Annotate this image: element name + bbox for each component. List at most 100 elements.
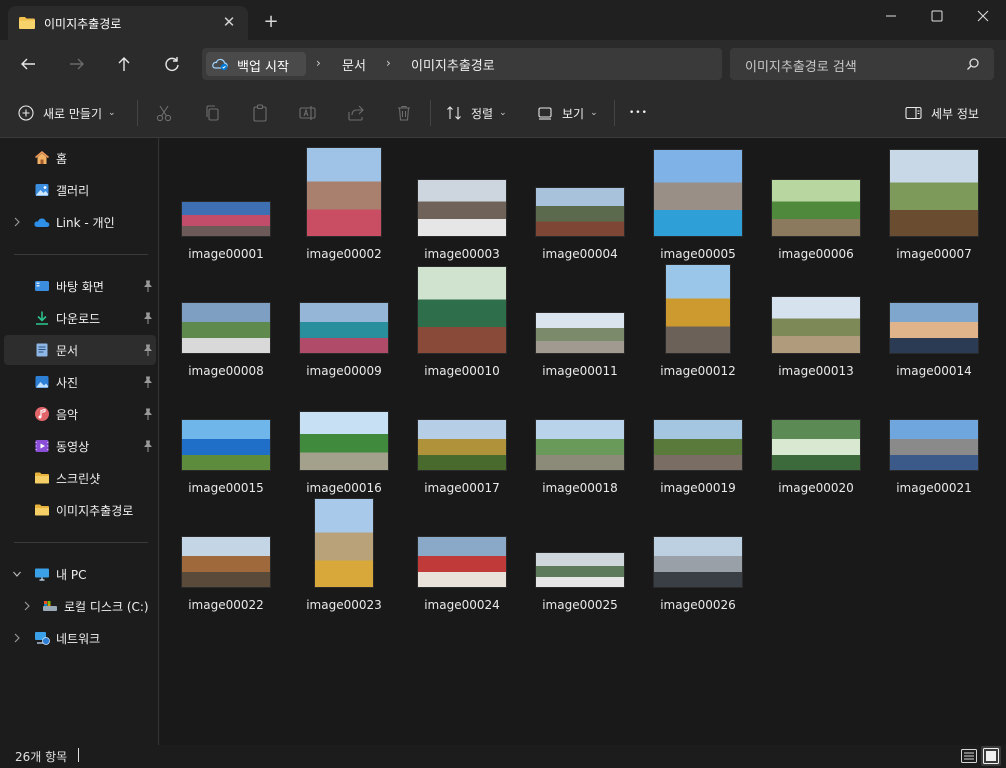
file-item[interactable]: image00005: [642, 147, 754, 263]
sidebar-item-label: 홈: [56, 152, 68, 166]
sidebar-item-gallery[interactable]: 갤러리: [4, 175, 156, 205]
address-bar[interactable]: 백업 시작 › 문서 › 이미지추출경로: [202, 48, 722, 80]
file-item[interactable]: image00004: [524, 147, 636, 263]
details-view-icon[interactable]: [959, 746, 979, 766]
tab-title: 이미지추출경로: [44, 17, 122, 31]
breadcrumb-documents[interactable]: 문서: [342, 55, 366, 74]
search-input[interactable]: 이미지추출경로 검색: [745, 56, 857, 75]
file-item[interactable]: image00003: [406, 147, 518, 263]
file-item[interactable]: image00026: [642, 498, 754, 614]
chevron-down-icon: ⌄: [590, 108, 598, 118]
file-item[interactable]: image00009: [288, 264, 400, 380]
sidebar-item-downloads[interactable]: 다운로드: [4, 303, 156, 333]
file-item[interactable]: image00023: [288, 498, 400, 614]
file-item[interactable]: image00021: [878, 381, 990, 497]
new-button[interactable]: 새로 만들기 ⌄: [18, 101, 116, 125]
file-item[interactable]: image00001: [170, 147, 282, 263]
file-name: image00004: [542, 247, 618, 261]
file-item[interactable]: image00008: [170, 264, 282, 380]
file-item[interactable]: image00024: [406, 498, 518, 614]
details-pane-button[interactable]: 세부 정보: [905, 101, 979, 125]
sidebar-item-videos[interactable]: 동영상: [4, 431, 156, 461]
tab-current[interactable]: 이미지추출경로 ✕: [8, 6, 248, 40]
sidebar-item-this-pc[interactable]: 내 PC: [4, 559, 156, 589]
breadcrumb-separator[interactable]: ›: [386, 56, 391, 70]
large-icons-view-icon[interactable]: [981, 746, 1001, 766]
delete-icon[interactable]: [393, 102, 415, 124]
sidebar-item-network[interactable]: 네트워크: [4, 623, 156, 653]
search-icon[interactable]: [966, 57, 980, 71]
address-row: 백업 시작 › 문서 › 이미지추출경로 이미지추출경로 검색: [0, 40, 1006, 88]
more-options-button[interactable]: •••: [629, 101, 648, 125]
share-icon[interactable]: [345, 102, 367, 124]
pin-icon[interactable]: [142, 375, 154, 389]
sidebar-item-music[interactable]: 음악: [4, 399, 156, 429]
sidebar-item-home[interactable]: 홈: [4, 143, 156, 173]
file-item[interactable]: image00018: [524, 381, 636, 497]
sidebar-item-onedrive[interactable]: Link - 개인: [4, 207, 156, 237]
pin-icon[interactable]: [142, 311, 154, 325]
view-button[interactable]: 보기 ⌄: [537, 101, 598, 125]
file-item[interactable]: image00020: [760, 381, 872, 497]
rename-icon[interactable]: [297, 102, 319, 124]
chevron-right-icon[interactable]: [22, 599, 32, 613]
chevron-right-icon[interactable]: [12, 631, 22, 645]
image-thumbnail: [181, 419, 271, 471]
file-item[interactable]: image00007: [878, 147, 990, 263]
pin-icon[interactable]: [142, 343, 154, 357]
file-item[interactable]: image00022: [170, 498, 282, 614]
file-item[interactable]: image00019: [642, 381, 754, 497]
chevron-down-icon[interactable]: [12, 567, 22, 581]
sidebar-item-label: 네트워크: [56, 632, 101, 646]
file-item[interactable]: image00016: [288, 381, 400, 497]
sidebar-item-desktop[interactable]: 바탕 화면: [4, 271, 156, 301]
pin-icon[interactable]: [142, 439, 154, 453]
tab-close-button[interactable]: ✕: [218, 11, 240, 33]
pin-icon[interactable]: [142, 407, 154, 421]
close-window-icon[interactable]: [960, 0, 1006, 32]
image-thumbnail: [889, 149, 979, 237]
file-name: image00006: [778, 247, 854, 261]
file-item[interactable]: image00017: [406, 381, 518, 497]
back-icon[interactable]: [13, 50, 43, 78]
forward-icon[interactable]: [62, 50, 92, 78]
breadcrumb-separator[interactable]: ›: [316, 56, 321, 70]
sidebar-item-label: 갤러리: [56, 184, 90, 198]
copy-icon[interactable]: [201, 102, 223, 124]
file-item[interactable]: image00012: [642, 264, 754, 380]
file-item[interactable]: image00014: [878, 264, 990, 380]
file-name: image00014: [896, 364, 972, 378]
maximize-icon[interactable]: [914, 0, 960, 32]
refresh-icon[interactable]: [157, 50, 187, 78]
file-name: image00022: [188, 598, 264, 612]
file-name: image00011: [542, 364, 618, 378]
file-item[interactable]: image00010: [406, 264, 518, 380]
pin-icon[interactable]: [142, 279, 154, 293]
sidebar-item-label: 문서: [56, 344, 79, 358]
chevron-down-icon: ⌄: [499, 108, 507, 118]
sidebar-item-image-export[interactable]: 이미지추출경로: [4, 495, 156, 525]
sidebar-item-documents[interactable]: 문서: [4, 335, 156, 365]
chevron-right-icon[interactable]: [12, 215, 22, 229]
sort-button[interactable]: 정렬 ⌄: [446, 101, 507, 125]
sidebar-item-pictures[interactable]: 사진: [4, 367, 156, 397]
image-thumbnail: [306, 147, 382, 237]
up-icon[interactable]: [109, 50, 139, 78]
file-item[interactable]: image00011: [524, 264, 636, 380]
sidebar-item-screenshots[interactable]: 스크린샷: [4, 463, 156, 493]
breadcrumb-root[interactable]: 백업 시작: [206, 52, 306, 76]
sidebar-item-local-disk[interactable]: 로컬 디스크 (C:): [4, 591, 156, 621]
search-box[interactable]: 이미지추출경로 검색: [730, 48, 994, 80]
paste-icon[interactable]: [249, 102, 271, 124]
file-item[interactable]: image00015: [170, 381, 282, 497]
image-thumbnail: [889, 419, 979, 471]
file-item[interactable]: image00025: [524, 498, 636, 614]
minimize-icon[interactable]: [868, 0, 914, 32]
breadcrumb-current[interactable]: 이미지추출경로: [411, 55, 495, 74]
file-item[interactable]: image00013: [760, 264, 872, 380]
new-tab-button[interactable]: +: [260, 11, 282, 33]
cut-icon[interactable]: [153, 102, 175, 124]
file-item[interactable]: image00006: [760, 147, 872, 263]
file-item[interactable]: image00002: [288, 147, 400, 263]
image-thumbnail: [535, 419, 625, 471]
